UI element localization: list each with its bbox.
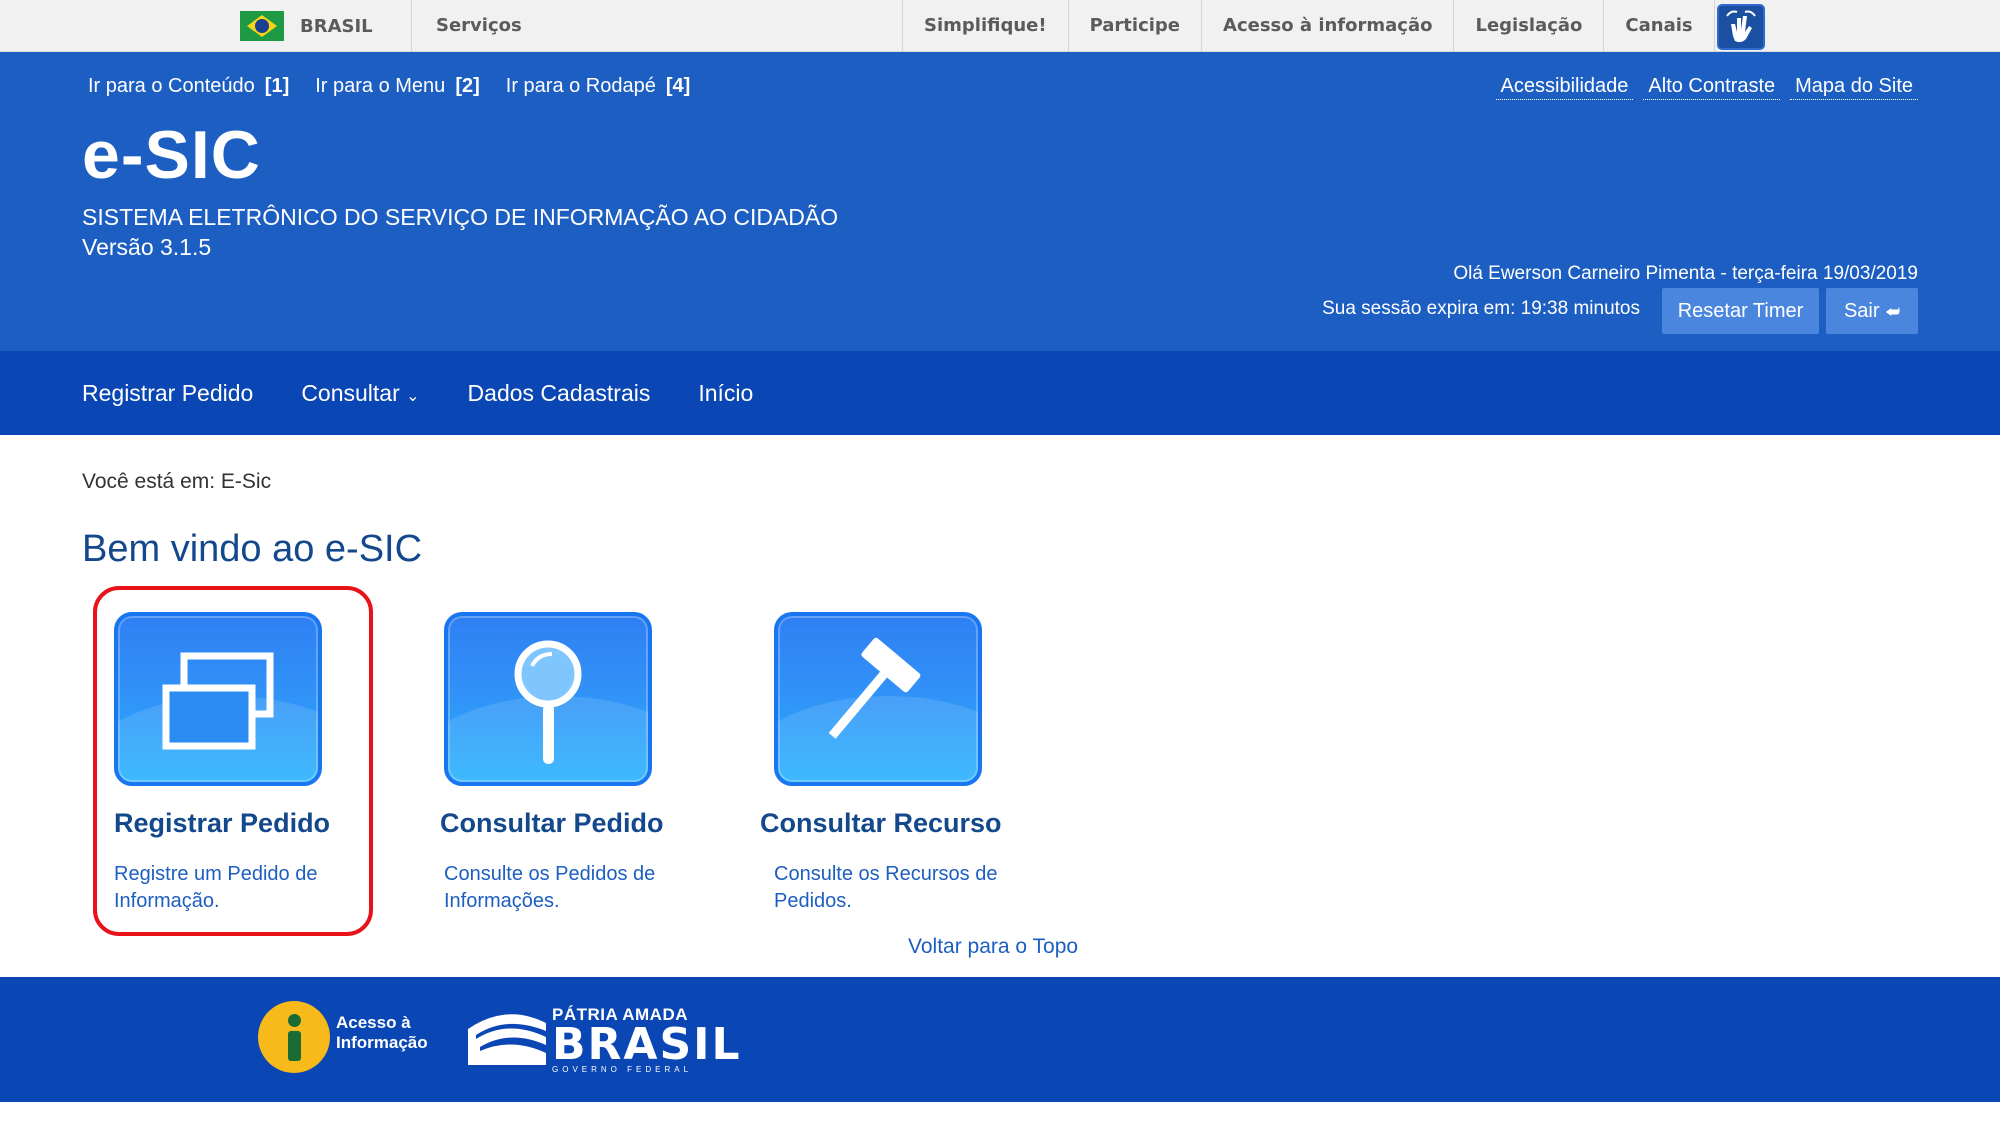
skip-to-footer-link[interactable]: Ir para o Rodapé [4] [506,75,691,98]
user-greeting: Olá Ewerson Carneiro Pimenta - terça-fei… [1453,263,1918,284]
breadcrumb: Você está em: E-Sic [82,470,272,493]
nav-dados-cadastrais[interactable]: Dados Cadastrais [468,380,651,407]
chevron-down-icon: ⌄ [406,387,420,405]
tile-description: Registre um Pedido de Informação. [114,863,318,912]
gov-link-legislacao[interactable]: Legislação [1453,0,1603,52]
gov-links: Simplifique! Participe Acesso à informaç… [902,0,1715,52]
app-subtitle: SISTEMA ELETRÔNICO DO SERVIÇO DE INFORMA… [82,204,839,230]
skip-to-content-link[interactable]: Ir para o Conteúdo [1] [88,75,289,98]
patria-amada-brasil-text: PÁTRIA AMADA BRASIL GOVERNO FEDERAL [552,1005,742,1074]
reset-timer-button[interactable]: Resetar Timer [1662,288,1819,334]
acessibilidade-link[interactable]: Acessibilidade [1495,75,1634,100]
vlibras-hands-icon[interactable] [1717,4,1765,50]
tile-description: Consulte os Pedidos de Informações. [444,863,656,912]
brasil-label: BRASIL [300,15,373,37]
app-title: e-SIC [82,117,261,193]
tile-description: Consulte os Recursos de Pedidos. [774,863,998,912]
acesso-informacao-logo-icon[interactable] [258,1001,330,1073]
skip-to-menu-link[interactable]: Ir para o Menu [2] [315,75,480,98]
accessibility-links: Acessibilidade Alto Contraste Mapa do Si… [1495,75,1918,100]
alto-contraste-link[interactable]: Alto Contraste [1643,75,1781,100]
brazil-flag-icon [240,11,284,41]
logout-button[interactable]: Sair ⮨ [1826,288,1918,334]
tile-registrar-pedido[interactable]: Registrar Pedido Registre um Pedido de I… [114,612,344,915]
gov-link-canais[interactable]: Canais [1603,0,1715,52]
tile-title[interactable]: Consultar Recurso [760,808,1004,839]
brasil-link[interactable]: BRASIL [240,0,412,52]
session-timer: Sua sessão expira em: 19:38 minutos [1322,298,1640,319]
mapa-do-site-link[interactable]: Mapa do Site [1790,75,1918,100]
gov-link-simplifique[interactable]: Simplifique! [902,0,1068,52]
page-title: Bem vindo ao e-SIC [82,528,423,570]
gavel-icon[interactable] [774,612,982,786]
tile-title[interactable]: Consultar Pedido [440,808,674,839]
nav-consultar[interactable]: Consultar ⌄ [301,380,419,407]
tile-consultar-recurso[interactable]: Consultar Recurso Consulte os Recursos d… [760,612,1004,915]
nav-inicio[interactable]: Início [698,380,753,407]
servicos-link[interactable]: Serviços [436,0,522,52]
acesso-informacao-text: Acesso à Informação [336,1013,428,1052]
nav-registrar-pedido[interactable]: Registrar Pedido [82,380,253,407]
skip-links: Ir para o Conteúdo [1] Ir para o Menu [2] … [88,75,690,98]
app-version: Versão 3.1.5 [82,234,212,260]
tile-consultar-pedido[interactable]: Consultar Pedido Consulte os Pedidos de … [440,612,674,915]
gov-link-participe[interactable]: Participe [1067,0,1201,52]
site-footer: Acesso à Informação PÁTRIA AMADA BRASIL … [0,977,2000,1102]
logout-icon: ⮨ [1885,303,1901,321]
back-to-top-link[interactable]: Voltar para o Topo [908,935,1078,959]
gov-link-acesso-informacao[interactable]: Acesso à informação [1201,0,1453,52]
patria-amada-brasil-logo-icon[interactable] [466,1009,548,1067]
tile-title[interactable]: Registrar Pedido [114,808,344,839]
main-nav: Registrar Pedido Consultar ⌄ Dados Cadas… [0,351,2000,435]
magnifier-icon[interactable] [444,612,652,786]
site-header: Ir para o Conteúdo [1] Ir para o Menu [2] … [0,52,2000,351]
windows-icon[interactable] [114,612,322,786]
gov-bar: BRASIL Serviços Simplifique! Participe A… [0,0,2000,52]
